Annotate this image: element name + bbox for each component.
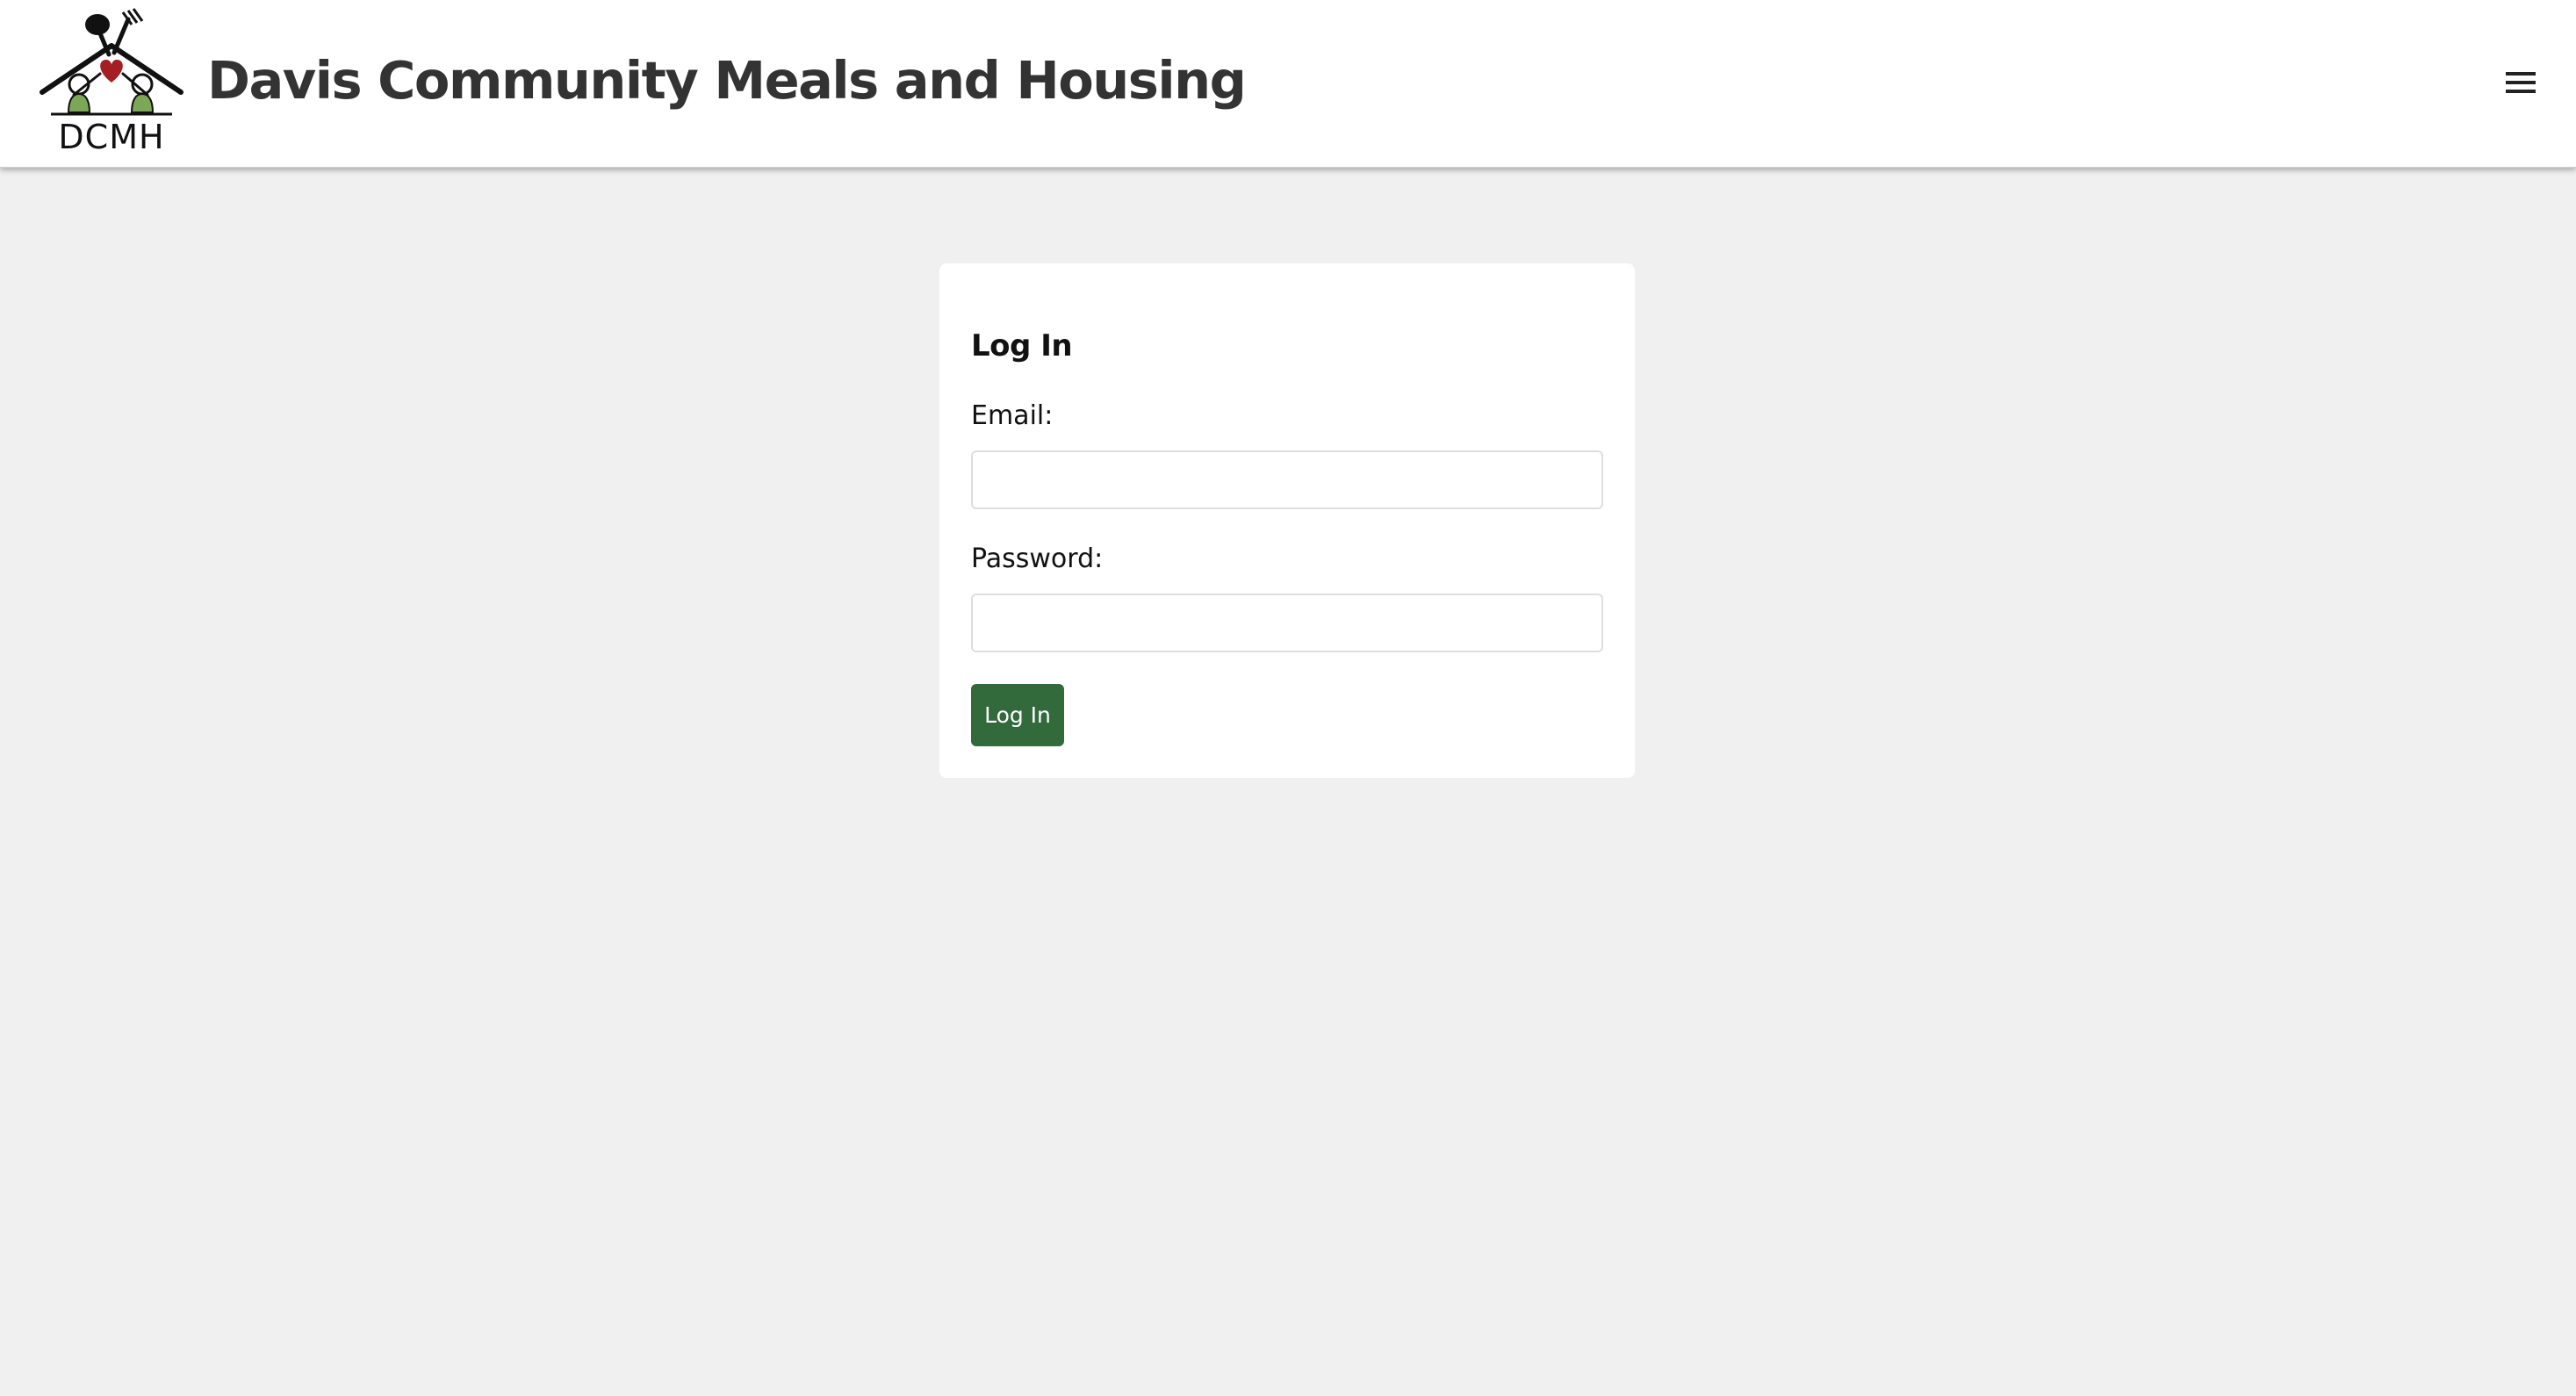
site-header: DCMH Davis Community Meals and Housing xyxy=(0,0,2576,168)
password-label: Password: xyxy=(971,543,1104,574)
password-field[interactable] xyxy=(971,594,1603,652)
menu-bar xyxy=(2506,90,2536,93)
email-field[interactable] xyxy=(971,450,1603,509)
dcmh-logo[interactable]: DCMH xyxy=(39,7,184,156)
logo-house-icon xyxy=(40,8,183,116)
site-title[interactable]: Davis Community Meals and Housing xyxy=(207,46,1247,116)
login-card: Log In Email: Password: Log In xyxy=(939,263,1635,778)
email-label: Email: xyxy=(971,400,1054,431)
menu-bar xyxy=(2506,81,2536,84)
login-button[interactable]: Log In xyxy=(971,684,1064,746)
login-title: Log In xyxy=(971,328,1073,363)
menu-bar xyxy=(2506,72,2536,76)
hamburger-menu-icon[interactable] xyxy=(2500,65,2541,100)
logo-text: DCMH xyxy=(58,118,165,156)
